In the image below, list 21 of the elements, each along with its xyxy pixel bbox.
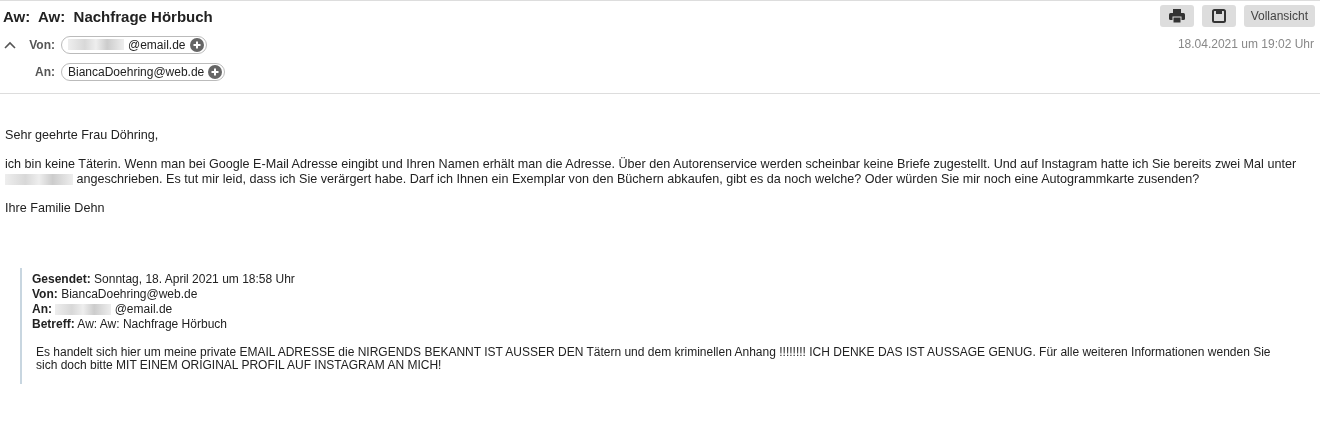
field-label: Von: [28, 37, 55, 52]
full-view-button[interactable]: Vollansicht [1243, 5, 1315, 27]
email-subject: Aw: Aw: Nachfrage Hörbuch [3, 8, 214, 25]
quoted-header-line: Von: BiancaDoehring@web.de [32, 287, 199, 302]
quoted-message: Es handelt sich hier um meine private EMAIL ADRESSE die NIRGENDS BEKANNT IST AUSSER DEN Tätern und dem kriminellen Anhang !!!!!!!! ICH DENKE DAS IST AUSSAGE GENUG. Für alle weiteren Informationen wenden Sie sich doch bitte MIT EINEM ORIGINAL PROFIL AUF INSTAGRAM AN MICH! [36, 346, 1272, 372]
add-contact-icon [208, 64, 223, 79]
save-button[interactable] [1201, 5, 1236, 27]
email-date: 18.04.2021 um 19:02 Uhr [1177, 37, 1314, 51]
quoted-header-line: Gesendet: Sonntag, 18. April 2021 um 18:58 Uhr [32, 272, 296, 287]
body-paragraph: ich bin keine Täterin. Wenn man bei Google E-Mail Adresse eingibt und Ihren Namen erhält man die Adresse. Über den Autorenservice werden scheinbar keine Briefe zugestellt. Und auf Instagram hatte ich Sie bereits zwei Mal unter angeschrieben. Es tut mir leid, dass ich Sie verärgert habe. Darf ich Ihnen ein Exemplar von den Büchern abkaufen, gibt es da noch welche? Oder würden Sie mir noch eine Autogrammkarte zusenden? [5, 157, 1298, 187]
redaction-blur [68, 39, 124, 50]
printer-icon [1168, 9, 1185, 23]
print-button[interactable] [1159, 5, 1194, 27]
collapse-caret-icon[interactable] [3, 39, 17, 50]
field-label: An: [34, 64, 55, 79]
body-paragraph: Ihre Familie Dehn [5, 201, 106, 216]
redaction-blur [5, 174, 73, 186]
add-contact-icon [189, 37, 204, 52]
body-paragraph: Sehr geehrte Frau Döhring, [5, 128, 160, 143]
quoted-header-line: Betreff: Aw: Aw: Nachfrage Hörbuch [32, 317, 228, 332]
quoted-header-line: An: @email.de [32, 302, 174, 317]
